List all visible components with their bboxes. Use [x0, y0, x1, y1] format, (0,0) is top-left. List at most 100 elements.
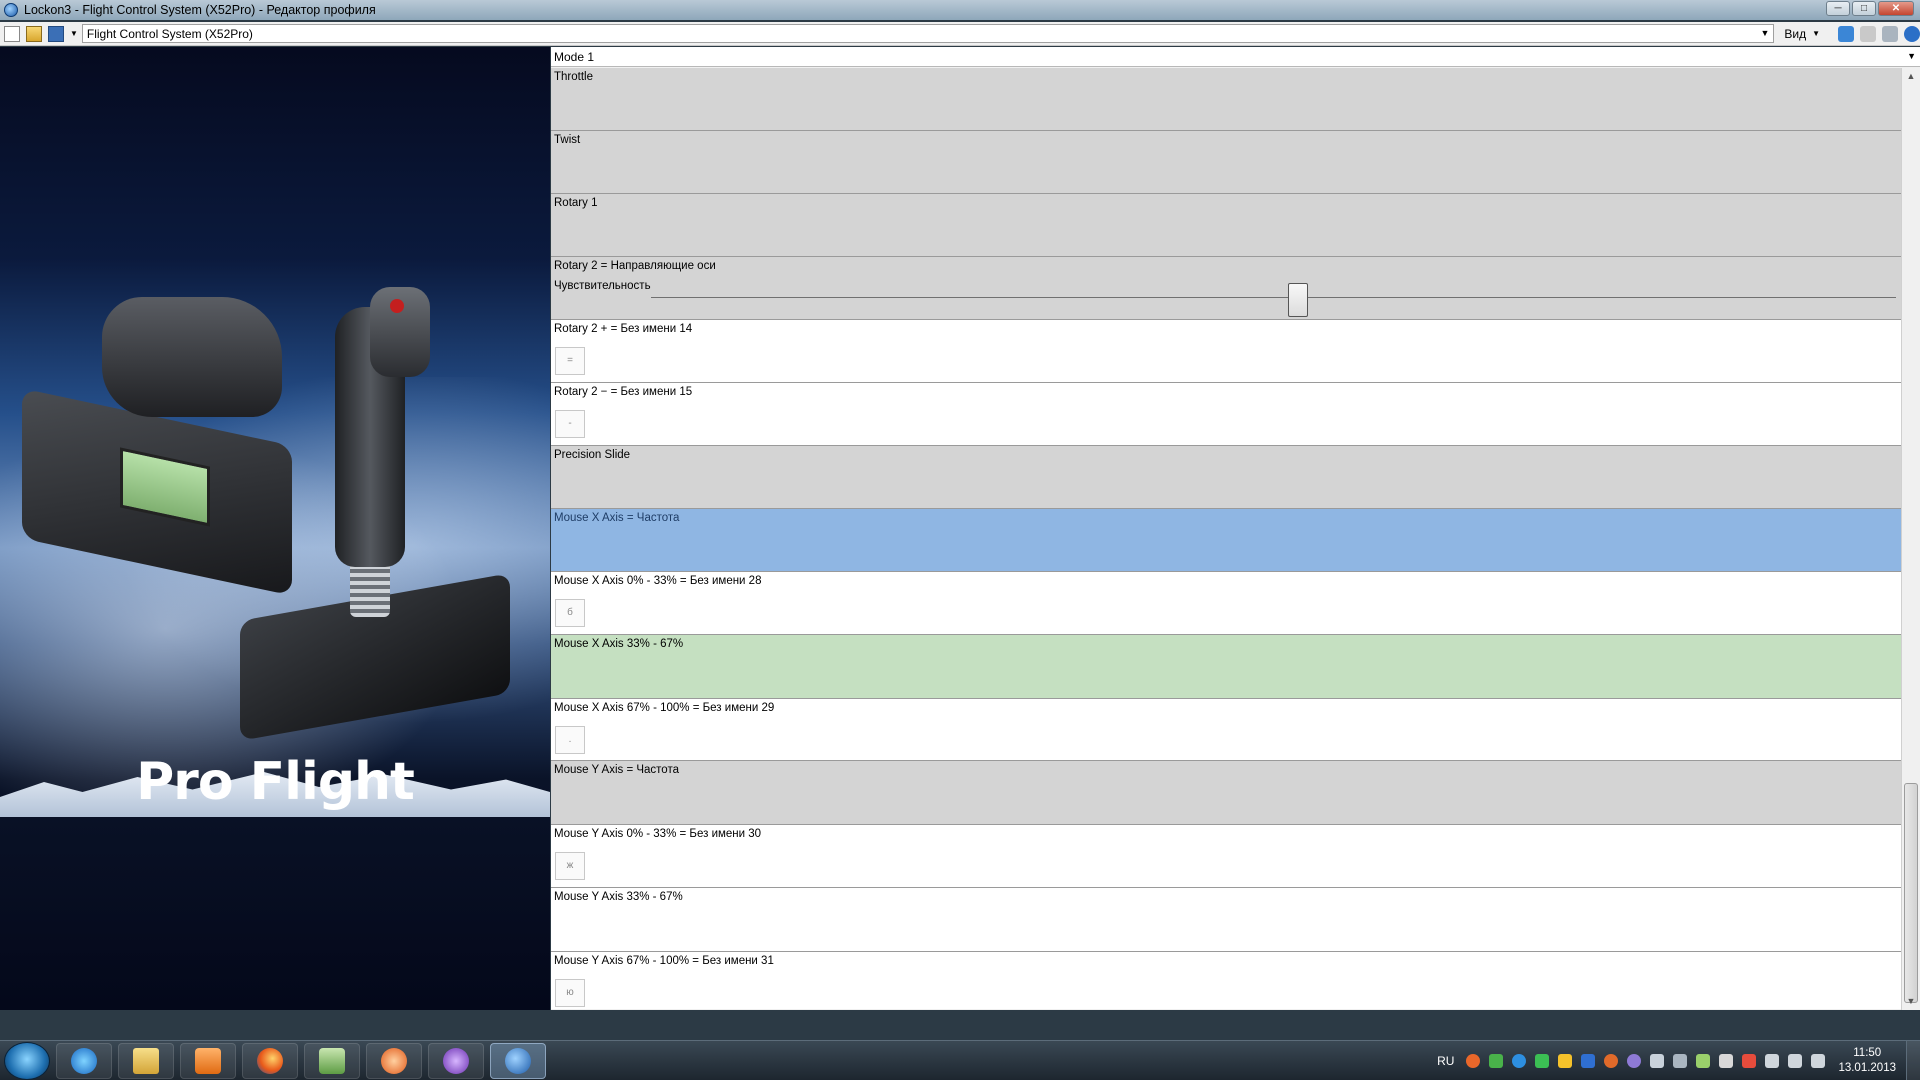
- view-dropdown-arrow[interactable]: ▼: [1812, 29, 1820, 38]
- close-button[interactable]: ✕: [1878, 1, 1914, 16]
- sensitivity-slider-thumb[interactable]: [1288, 283, 1309, 317]
- config-panel: Mode 1 ▼ Throttle Twist Rotary 1 Rotary …: [551, 47, 1920, 1010]
- window-title: Lockon3 - Flight Control System (X52Pro)…: [24, 3, 376, 17]
- toolbar: ▼ Flight Control System (X52Pro) ▼ Вид ▼: [0, 22, 1920, 46]
- open-folder-icon[interactable]: [25, 25, 42, 42]
- key-assignment-box[interactable]: ю: [555, 979, 585, 1007]
- scroll-thumb[interactable]: [1904, 783, 1918, 1003]
- key-assignment-box[interactable]: -: [555, 410, 585, 438]
- control-row-throttle[interactable]: Throttle: [551, 68, 1901, 131]
- tray-icon-12[interactable]: [1719, 1054, 1734, 1068]
- taskbar-green-app[interactable]: [304, 1042, 360, 1079]
- purple-app-icon: [443, 1047, 469, 1074]
- row-label: Throttle: [554, 71, 593, 83]
- tray-icon-2[interactable]: [1489, 1054, 1504, 1068]
- row-label: Mouse X Axis = Частота: [554, 512, 680, 524]
- control-row-mouse-y-0-33[interactable]: Mouse Y Axis 0% - 33% = Без имени 30 ж: [551, 825, 1901, 888]
- joystick-icon[interactable]: [1838, 25, 1854, 42]
- row-label: Rotary 2 = Направляющие оси: [554, 260, 716, 272]
- taskbar-explorer[interactable]: [118, 1042, 174, 1079]
- tray-icon-11[interactable]: [1696, 1054, 1711, 1068]
- row-label: Mouse Y Axis = Частота: [554, 764, 679, 776]
- key-assignment-box[interactable]: ж: [555, 852, 585, 880]
- taskbar-lockon-app[interactable]: [490, 1042, 546, 1079]
- control-row-mouse-y-33-67[interactable]: Mouse Y Axis 33% - 67%: [551, 888, 1901, 952]
- row-label: Mouse Y Axis 67% - 100% = Без имени 31: [554, 955, 774, 967]
- sensitivity-slider-track[interactable]: [651, 297, 1896, 298]
- taskbar-firefox[interactable]: [242, 1042, 298, 1079]
- network-icon[interactable]: [1788, 1054, 1803, 1068]
- ie-icon: [71, 1047, 97, 1074]
- chevron-down-icon: ▼: [1760, 28, 1770, 38]
- control-row-rotary2-plus[interactable]: Rotary 2 + = Без имени 14 =: [551, 320, 1901, 383]
- taskbar-orange-app[interactable]: [366, 1042, 422, 1079]
- clock[interactable]: 11:50 13.01.2013: [1838, 1046, 1896, 1076]
- clock-time: 11:50: [1853, 1047, 1882, 1059]
- row-label: Twist: [554, 134, 581, 146]
- control-row-mouse-y-67-100[interactable]: Mouse Y Axis 67% - 100% = Без имени 31 ю: [551, 952, 1901, 1009]
- taskbar-ie[interactable]: [56, 1042, 112, 1079]
- view-menu[interactable]: Вид: [1784, 27, 1806, 41]
- row-label: Mouse X Axis 33% - 67%: [554, 638, 684, 650]
- key-assignment-box[interactable]: .: [555, 726, 585, 754]
- tray-icon-3[interactable]: [1512, 1054, 1527, 1068]
- key-assignment-box[interactable]: =: [555, 347, 585, 375]
- volume-icon[interactable]: [1811, 1054, 1826, 1068]
- mode-select[interactable]: Mode 1 ▼: [551, 47, 1920, 67]
- language-indicator[interactable]: RU: [1437, 1054, 1454, 1068]
- row-label: Mouse X Axis 67% - 100% = Без имени 29: [554, 702, 775, 714]
- scroll-up-arrow[interactable]: ▲: [1902, 68, 1920, 85]
- joystick-image: [240, 287, 510, 741]
- maximize-button[interactable]: □: [1852, 1, 1876, 16]
- save-dropdown-arrow[interactable]: ▼: [70, 29, 78, 38]
- save-icon[interactable]: [47, 25, 64, 42]
- control-list: Throttle Twist Rotary 1 Rotary 2 = Напра…: [551, 68, 1901, 1009]
- taskbar-media-player[interactable]: [180, 1042, 236, 1079]
- blue-app-icon: [505, 1047, 531, 1074]
- profile-select[interactable]: Flight Control System (X52Pro) ▼: [81, 24, 1775, 43]
- vertical-scrollbar[interactable]: ▲ ▼: [1901, 68, 1920, 1010]
- control-row-mouse-x-33-67[interactable]: Mouse X Axis 33% - 67%: [551, 635, 1901, 699]
- tray-icon-7[interactable]: [1604, 1054, 1619, 1068]
- scroll-down-arrow[interactable]: ▼: [1902, 993, 1920, 1010]
- profile-select-value: Flight Control System (X52Pro): [86, 26, 253, 41]
- control-row-rotary2[interactable]: Rotary 2 = Направляющие оси Чувствительн…: [551, 257, 1901, 320]
- title-bar: Lockon3 - Flight Control System (X52Pro)…: [0, 0, 1920, 20]
- tray-icon-13[interactable]: [1742, 1054, 1757, 1068]
- tray-icon-8[interactable]: [1627, 1054, 1642, 1068]
- taskbar: RU 11:50 13.01.2013: [0, 1040, 1920, 1080]
- control-row-rotary1[interactable]: Rotary 1: [551, 194, 1901, 257]
- tray-icon-6[interactable]: [1581, 1054, 1596, 1068]
- taskbar-purple-app[interactable]: [428, 1042, 484, 1079]
- row-label: Rotary 1: [554, 197, 598, 209]
- control-row-mouse-y[interactable]: Mouse Y Axis = Частота: [551, 761, 1901, 825]
- minimize-button[interactable]: ─: [1826, 1, 1850, 16]
- media-player-icon: [195, 1047, 221, 1074]
- sensitivity-label: Чувствительность: [554, 280, 651, 292]
- control-row-mouse-x[interactable]: Mouse X Axis = Частота: [551, 509, 1901, 572]
- tray-icon-14[interactable]: [1765, 1054, 1780, 1068]
- system-tray: RU 11:50 13.01.2013: [1437, 1041, 1920, 1080]
- control-row-twist[interactable]: Twist: [551, 131, 1901, 194]
- row-label: Mouse Y Axis 33% - 67%: [554, 891, 683, 903]
- control-row-mouse-x-67-100[interactable]: Mouse X Axis 67% - 100% = Без имени 29 .: [551, 699, 1901, 761]
- control-row-precision-slide[interactable]: Precision Slide: [551, 446, 1901, 509]
- clock-date: 13.01.2013: [1838, 1062, 1896, 1074]
- key-assignment-box[interactable]: б: [555, 599, 585, 627]
- start-button[interactable]: [4, 1041, 50, 1080]
- tray-icon-4[interactable]: [1535, 1054, 1550, 1068]
- tray-icon-10[interactable]: [1673, 1054, 1688, 1068]
- show-desktop-button[interactable]: [1906, 1041, 1920, 1080]
- control-row-rotary2-minus[interactable]: Rotary 2 − = Без имени 15 -: [551, 383, 1901, 446]
- row-label: Rotary 2 − = Без имени 15: [554, 386, 693, 398]
- gear-icon[interactable]: [1860, 25, 1876, 42]
- tray-icon-9[interactable]: [1650, 1054, 1665, 1068]
- tray-icon-1[interactable]: [1466, 1054, 1481, 1068]
- tray-icon-5[interactable]: [1558, 1054, 1573, 1068]
- new-file-icon[interactable]: [4, 25, 20, 42]
- control-row-mouse-x-0-33[interactable]: Mouse X Axis 0% - 33% = Без имени 28 б: [551, 572, 1901, 635]
- print-icon[interactable]: [1882, 25, 1898, 42]
- help-icon[interactable]: [1904, 25, 1920, 42]
- product-image-panel: Pro Flight: [0, 47, 550, 1010]
- row-label: Mouse Y Axis 0% - 33% = Без имени 30: [554, 828, 762, 840]
